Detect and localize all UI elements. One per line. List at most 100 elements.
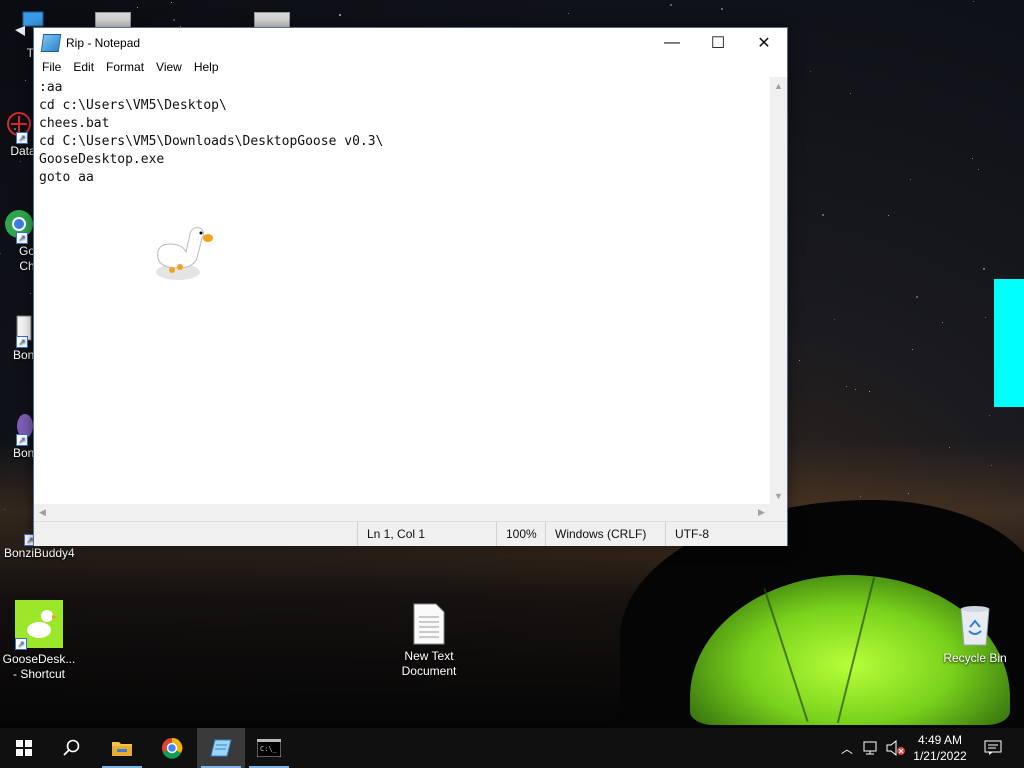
editor-line: GooseDesktop.exe (39, 152, 165, 167)
desktop-icon-label: Document (401, 664, 457, 678)
scrollbar-corner (770, 504, 787, 521)
desktop-icon-label: GooseDesk... (2, 652, 76, 666)
window-title: Rip - Notepad (66, 35, 141, 50)
star (834, 319, 836, 321)
star (809, 71, 811, 73)
minimize-button[interactable]: — (649, 28, 695, 57)
recycle-bin-icon (955, 603, 995, 647)
text-document-icon (412, 603, 446, 645)
shortcut-arrow-icon: ↗ (16, 132, 28, 144)
scroll-down-icon[interactable]: ▼ (770, 487, 787, 504)
horizontal-scrollbar[interactable]: ◀ ▶ (34, 504, 770, 521)
star (171, 1, 173, 3)
search-icon (63, 739, 80, 756)
star (338, 14, 341, 17)
maximize-button[interactable]: ☐ (695, 28, 741, 57)
file-icon (95, 12, 131, 28)
clock[interactable]: 4:49 AM 1/21/2022 (908, 728, 972, 768)
desktop-icon-label: New Text (404, 649, 454, 663)
search-button[interactable] (48, 728, 96, 768)
desktop-icon-new-text-document[interactable]: New Text Document (392, 603, 466, 679)
star (821, 214, 824, 217)
star (984, 316, 986, 318)
status-bar: Ln 1, Col 1 100% Windows (CRLF) UTF-8 (34, 521, 787, 546)
vertical-scrollbar[interactable]: ▲ ▼ (770, 77, 787, 504)
scroll-right-icon[interactable]: ▶ (753, 504, 770, 521)
menu-format[interactable]: Format (100, 60, 150, 74)
star (972, 0, 974, 2)
star (30, 293, 32, 295)
star (909, 179, 911, 181)
star (989, 415, 991, 417)
notepad-icon (40, 33, 62, 52)
desktop-goose-sprite (152, 224, 216, 284)
clock-time: 4:49 AM (917, 733, 963, 747)
status-zoom: 100% (496, 522, 546, 546)
star (172, 19, 175, 22)
bonzi-icon: ↗ (3, 410, 35, 446)
star (136, 6, 138, 8)
scroll-left-icon[interactable]: ◀ (34, 504, 51, 521)
star (19, 161, 21, 163)
scroll-up-icon[interactable]: ▲ (770, 77, 787, 94)
svg-text:C:\_: C:\_ (260, 745, 278, 753)
menu-edit[interactable]: Edit (67, 60, 100, 74)
taskbar-notepad[interactable] (197, 728, 245, 768)
title-bar[interactable]: Rip - Notepad — ☐ ✕ (34, 28, 787, 57)
menu-bar: File Edit Format View Help (34, 57, 787, 77)
file-icon (254, 12, 290, 28)
desktop-icon-label: Recycle Bin (943, 651, 1007, 665)
notepad-window[interactable]: Rip - Notepad — ☐ ✕ File Edit Format Vie… (33, 27, 788, 546)
star (915, 295, 918, 298)
star (868, 390, 870, 392)
editor-line: cd c:\Users\VM5\Desktop\ (39, 98, 227, 113)
star (972, 157, 974, 159)
taskbar-chrome[interactable] (148, 728, 196, 768)
star (670, 4, 673, 6)
desktop-icon-label: BonziBuddy4 (4, 546, 75, 560)
desktop-icon-recycle-bin[interactable]: Recycle Bin (938, 603, 1012, 666)
menu-help[interactable]: Help (188, 60, 225, 74)
editor-line: goto aa (39, 170, 94, 185)
volume-status[interactable] (884, 728, 908, 768)
editor-line: chees.bat (39, 116, 110, 131)
cyan-overlay-bar (994, 279, 1024, 407)
chrome-icon: ↗ (3, 208, 35, 244)
notification-icon (984, 740, 1002, 755)
volume-muted-icon (886, 740, 905, 756)
taskbar-cmd[interactable]: C:\_ (245, 728, 293, 768)
show-hidden-icons-button[interactable]: ︿ (836, 728, 858, 768)
status-encoding: UTF-8 (665, 522, 775, 546)
menu-file[interactable]: File (36, 60, 67, 74)
status-line-ending: Windows (CRLF) (545, 522, 665, 546)
taskbar-file-explorer[interactable] (98, 728, 146, 768)
star (24, 80, 26, 82)
start-button[interactable] (0, 728, 48, 768)
data-app-icon: ↗ (3, 108, 35, 144)
editor-line: :aa (39, 80, 63, 95)
start-icon (16, 740, 32, 756)
network-icon (863, 741, 877, 755)
shortcut-arrow-icon: ↗ (16, 232, 28, 244)
taskbar: C:\_ ︿ 4:49 AM 1/21/2022 (0, 728, 1024, 768)
clock-date: 1/21/2022 (913, 749, 967, 763)
close-button[interactable]: ✕ (741, 28, 787, 57)
file-explorer-icon (112, 742, 132, 756)
star (978, 168, 980, 170)
desktop-icon-goose-shortcut[interactable]: ↗ GooseDesk... - Shortcut (2, 600, 76, 682)
star (567, 12, 569, 14)
star (855, 388, 857, 390)
shortcut-arrow-icon: ↗ (16, 336, 28, 348)
star (982, 267, 985, 270)
shortcut-arrow-icon: ↗ (16, 434, 28, 446)
network-status[interactable] (860, 728, 884, 768)
menu-view[interactable]: View (150, 60, 188, 74)
notifications-button[interactable] (978, 728, 1008, 768)
chrome-icon (162, 737, 183, 759)
star (845, 386, 847, 388)
notepad-icon (210, 739, 232, 757)
star (888, 215, 890, 217)
text-editor[interactable]: :aa cd c:\Users\VM5\Desktop\ chees.bat c… (34, 77, 770, 504)
star (942, 322, 944, 323)
star (912, 349, 914, 351)
